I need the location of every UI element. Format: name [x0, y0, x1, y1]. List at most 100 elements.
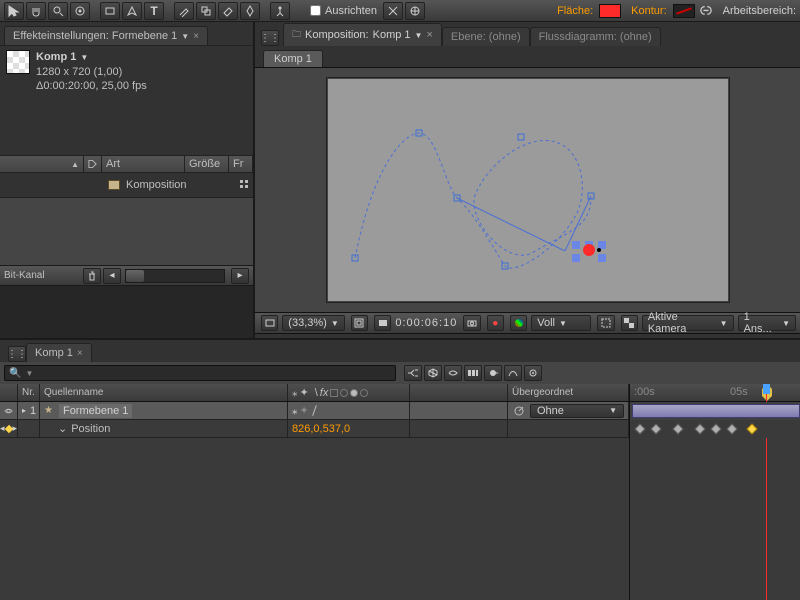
row-options-icon[interactable]	[239, 179, 249, 192]
show-channel-icon[interactable]: ●	[487, 315, 504, 331]
rectangle-tool[interactable]	[100, 2, 120, 20]
app-toolbar: T Ausrichten Fläche: Kontur: Arbeitsbere…	[0, 0, 800, 22]
keyframe[interactable]	[650, 423, 661, 434]
flowchart-tab[interactable]: Flussdiagramm: (ohne)	[530, 27, 661, 46]
align-checkbox[interactable]	[310, 5, 321, 16]
camera-dropdown[interactable]: Aktive Kamera▼	[642, 315, 734, 331]
col-framerate[interactable]: Fr	[229, 156, 253, 172]
stroke-swatch[interactable]	[673, 4, 695, 18]
keyframe[interactable]	[634, 423, 645, 434]
motionblur-icon[interactable]	[484, 365, 502, 381]
panel-grip-icon[interactable]: ⋮⋮	[261, 30, 279, 46]
zoom-dropdown[interactable]: (33,3%)▼	[282, 315, 344, 331]
brush-tool[interactable]	[174, 2, 194, 20]
close-tab-icon[interactable]: ×	[426, 29, 432, 41]
current-timecode[interactable]: 0:00:06:10	[395, 317, 457, 329]
col-parent[interactable]: Übergeordnet	[508, 384, 629, 401]
draft3d-icon[interactable]	[424, 365, 442, 381]
search-input[interactable]	[37, 367, 391, 379]
col-source-name[interactable]: Quellenname	[40, 384, 288, 401]
hand-tool[interactable]	[26, 2, 46, 20]
project-list-header: ▲ Art Größe Fr	[0, 155, 253, 173]
chevron-down-icon[interactable]: ▼	[80, 53, 88, 62]
parent-dropdown[interactable]: Ohne▼	[530, 404, 624, 418]
col-size[interactable]: Größe	[185, 156, 229, 172]
mask-toggle-icon[interactable]	[374, 315, 391, 331]
comp-thumbnail[interactable]	[6, 50, 30, 74]
link-icon[interactable]	[697, 4, 715, 18]
pickwhip-icon[interactable]	[512, 404, 526, 418]
shy-icon[interactable]	[444, 365, 462, 381]
snap2-icon[interactable]	[405, 2, 425, 20]
timeline-columns-header: Nr. Quellenname ⁎✦\fx Übergeordnet	[0, 384, 629, 402]
prop-twirl-icon[interactable]: ⌄	[58, 422, 67, 435]
eraser-tool[interactable]	[218, 2, 238, 20]
keyframe-nav[interactable]: ◂▸	[0, 424, 17, 433]
timeline-tab[interactable]: Komp 1 ×	[26, 343, 92, 362]
safe-zones-icon[interactable]	[351, 315, 368, 331]
time-ruler[interactable]: :00s 05s	[630, 384, 800, 402]
chevron-down-icon[interactable]: ▼	[25, 369, 33, 378]
frameblend-icon[interactable]	[464, 365, 482, 381]
comp-mini-flow-icon[interactable]	[404, 365, 422, 381]
project-list-row[interactable]: Komposition	[0, 173, 253, 197]
h-scrollbar[interactable]	[125, 269, 225, 283]
close-tab-icon[interactable]: ×	[77, 348, 83, 359]
always-preview-icon[interactable]	[261, 315, 278, 331]
col-nr[interactable]: Nr.	[18, 384, 40, 401]
sort-arrow-icon[interactable]: ▲	[71, 160, 79, 169]
keyframe[interactable]	[726, 423, 737, 434]
scroll-right-icon[interactable]: ▸	[231, 268, 249, 284]
color-mgmt-icon[interactable]	[510, 315, 527, 331]
flowchart-tab-label: Flussdiagramm: (ohne)	[539, 31, 652, 43]
zoom-tool[interactable]	[48, 2, 68, 20]
visibility-toggle[interactable]	[0, 402, 18, 419]
layer-switches[interactable]: ⁎✦	[288, 402, 410, 419]
timeline-search[interactable]: 🔍 ▼	[4, 365, 396, 381]
timeline-tracks[interactable]: :00s 05s	[630, 384, 800, 600]
keyframe[interactable]	[710, 423, 721, 434]
layer-twirl-icon[interactable]: ▸	[22, 406, 26, 415]
layer-tab[interactable]: Ebene: (ohne)	[442, 27, 530, 46]
text-tool[interactable]: T	[144, 2, 164, 20]
property-track[interactable]	[630, 420, 800, 438]
snapshot-icon[interactable]	[463, 315, 480, 331]
transparency-grid-icon[interactable]	[621, 315, 638, 331]
orbit-tool[interactable]	[70, 2, 90, 20]
roi-icon[interactable]	[597, 315, 614, 331]
composition-tab[interactable]: 🗀 Komposition: Komp 1 ▼ ×	[283, 23, 442, 46]
pen-tool[interactable]	[122, 2, 142, 20]
bit-depth-label[interactable]: Bit-Kanal	[4, 270, 45, 281]
graph-editor-icon[interactable]	[504, 365, 522, 381]
snap-icon[interactable]	[383, 2, 403, 20]
roto-tool[interactable]	[240, 2, 260, 20]
align-check[interactable]: Ausrichten	[306, 5, 381, 17]
layer-index: 1	[30, 405, 36, 417]
panel-grip-icon[interactable]: ⋮⋮	[8, 346, 26, 362]
comp-subtab[interactable]: Komp 1	[263, 50, 323, 67]
keyframe[interactable]	[672, 423, 683, 434]
resolution-dropdown[interactable]: Voll▼	[531, 315, 591, 331]
layer-track[interactable]	[630, 402, 800, 420]
layer-row[interactable]: ▸ 1 ★ Formebene 1 ⁎✦ Ohne▼	[0, 402, 629, 420]
keyframe-selected[interactable]	[746, 423, 757, 434]
property-row[interactable]: ◂▸ ⌄ Position 826,0,537,0	[0, 420, 629, 438]
scroll-left-icon[interactable]: ◂	[103, 268, 121, 284]
puppet-tool[interactable]	[270, 2, 290, 20]
autokey-icon[interactable]	[524, 365, 542, 381]
property-value[interactable]: 826,0,537,0	[288, 420, 410, 437]
close-tab-icon[interactable]: ×	[193, 31, 199, 42]
fill-swatch[interactable]	[599, 4, 621, 18]
composition-viewer[interactable]	[327, 78, 729, 302]
chevron-down-icon[interactable]: ▼	[415, 31, 423, 40]
clone-tool[interactable]	[196, 2, 216, 20]
layer-duration-bar[interactable]	[632, 404, 800, 418]
effect-settings-tab[interactable]: Effekteinstellungen: Formebene 1 ▼ ×	[4, 26, 208, 45]
col-type[interactable]: Art	[102, 156, 185, 172]
tag-column-icon[interactable]	[84, 156, 102, 172]
layer-name[interactable]: Formebene 1	[59, 404, 132, 418]
views-dropdown[interactable]: 1 Ans...▼	[738, 315, 796, 331]
trash-icon[interactable]	[83, 268, 101, 284]
keyframe[interactable]	[694, 423, 705, 434]
selection-tool[interactable]	[4, 2, 24, 20]
